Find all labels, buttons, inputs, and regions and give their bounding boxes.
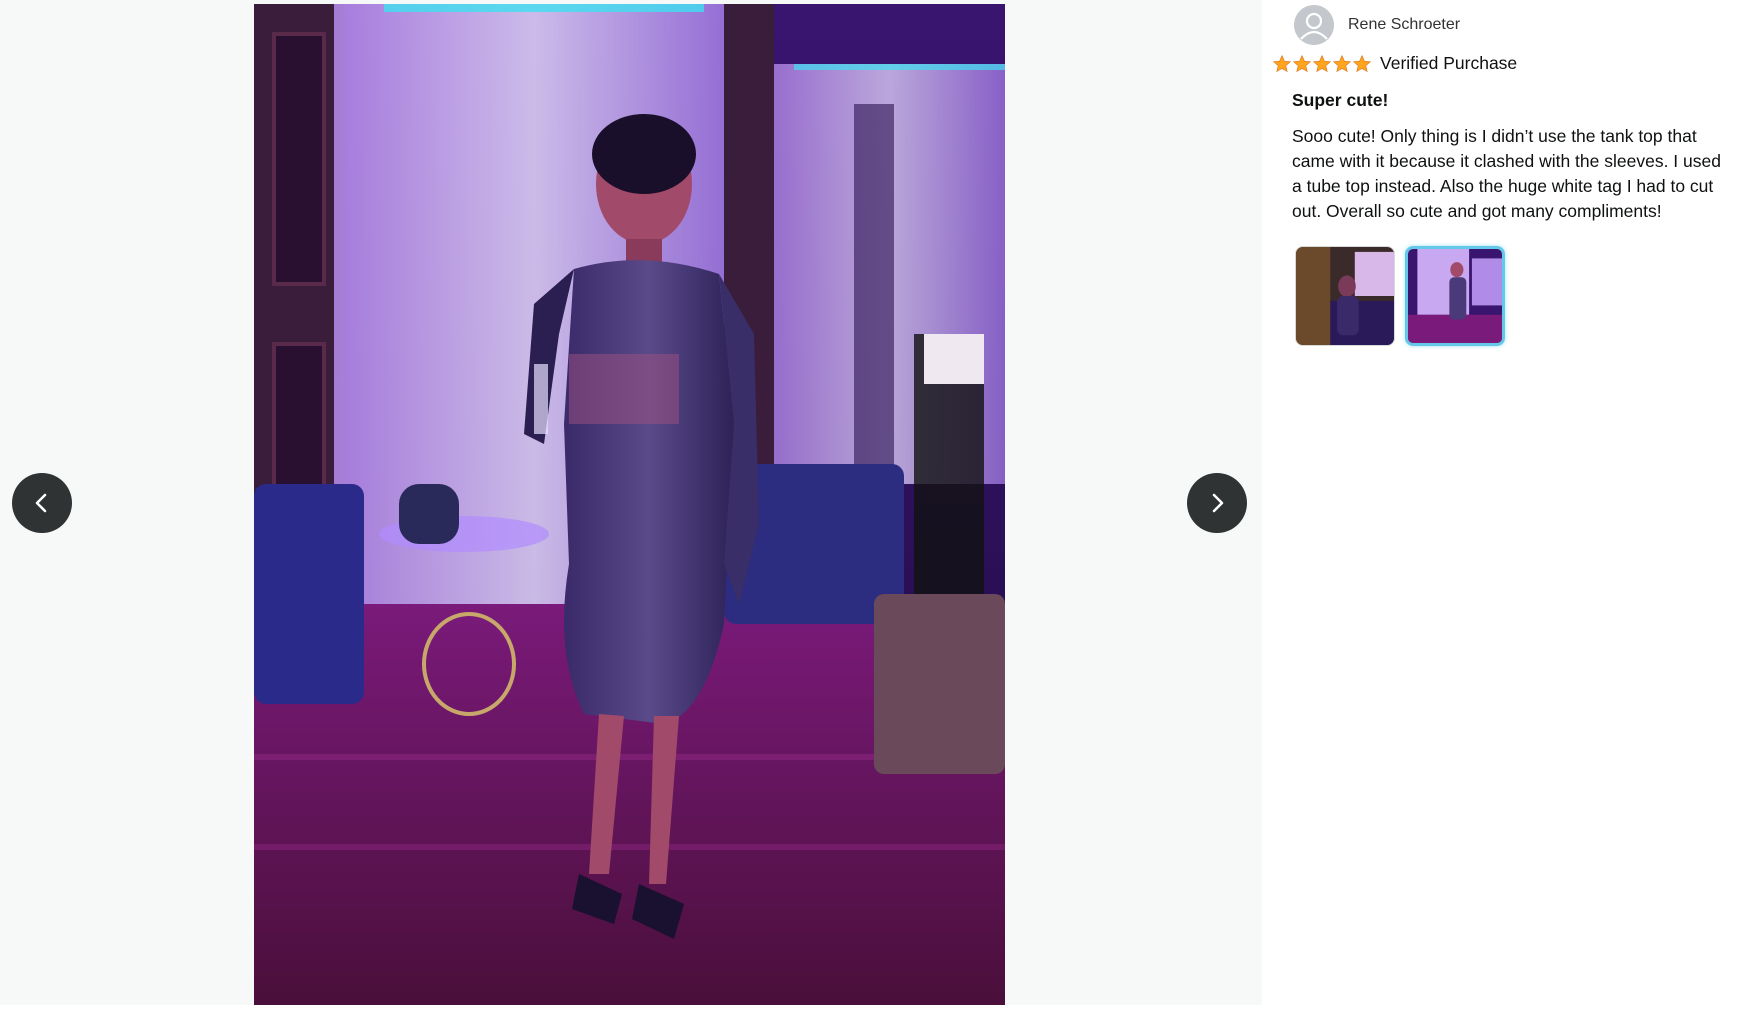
review-thumbnails [1295,246,1505,346]
thumbnail-2[interactable] [1405,246,1505,346]
star-rating [1272,54,1372,74]
review-photo [254,4,1005,1005]
user-avatar-icon [1294,5,1334,45]
next-image-button[interactable] [1187,473,1247,533]
review-body: Sooo cute! Only thing is I didn’t use th… [1292,126,1721,221]
thumbnail-1[interactable] [1295,246,1395,346]
rating-row: Verified Purchase [1272,53,1517,74]
star-icon [1332,54,1352,72]
previous-image-button[interactable] [12,473,72,533]
star-icon [1352,54,1372,72]
chevron-right-icon [1205,491,1229,515]
star-icon [1292,54,1312,72]
review-panel: Rene Schroeter Verified Purchase Super c… [1262,0,1739,1011]
star-icon [1272,54,1292,72]
verified-purchase-label: Verified Purchase [1380,53,1518,73]
reviewer-name[interactable]: Rene Schroeter [1348,16,1460,34]
reviewer-profile[interactable]: Rene Schroeter [1294,5,1460,45]
image-viewer [0,0,1262,1005]
chevron-left-icon [30,491,54,515]
review-title: Super cute! [1292,90,1389,110]
star-icon [1312,54,1332,72]
